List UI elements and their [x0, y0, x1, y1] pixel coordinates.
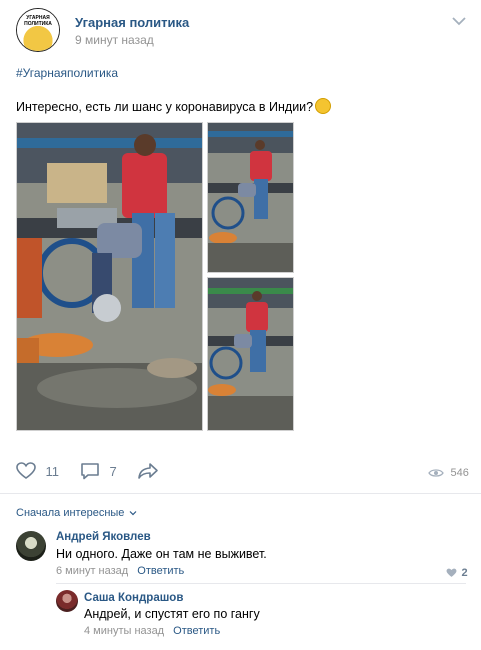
heart-icon — [446, 568, 457, 577]
post-photo-main[interactable] — [16, 122, 203, 431]
like-count: 11 — [45, 463, 59, 479]
avatar-logo-text: УГАРНАЯ ПОЛИТИКА — [24, 15, 52, 27]
reply-button[interactable]: Ответить — [173, 625, 220, 637]
post-time[interactable]: 9 минут назад — [75, 33, 154, 47]
reply-author[interactable]: Саша Кондрашов — [84, 592, 183, 604]
comment-like-count: 2 — [461, 566, 468, 579]
comment-divider — [56, 583, 466, 584]
post-hashtag[interactable]: #Угарнаяполитика — [16, 66, 118, 80]
comment-button[interactable]: 7 — [80, 462, 117, 480]
comment-count: 7 — [109, 463, 117, 479]
reply-button[interactable]: Ответить — [137, 565, 184, 577]
post-author[interactable]: Угарная политика — [75, 15, 189, 30]
comment-text: Ни одного. Даже он там не выживет. — [56, 547, 267, 561]
comment-sort-dropdown[interactable]: Сначала интересные — [16, 507, 137, 519]
group-avatar[interactable]: УГАРНАЯ ПОЛИТИКА — [16, 8, 60, 52]
photo-street-scene-2 — [208, 123, 293, 272]
comment-time[interactable]: 6 минут назад — [56, 565, 128, 577]
thinking-face-icon — [315, 98, 332, 114]
comment-like-button[interactable]: 2 — [446, 564, 468, 582]
reply-avatar[interactable] — [56, 590, 78, 612]
comment-icon — [81, 463, 99, 480]
view-count: 546 — [450, 466, 469, 479]
heart-icon — [16, 462, 36, 479]
post-divider — [0, 493, 481, 494]
reply-text: Андрей, и спустят его по гангу — [84, 607, 260, 621]
reply-time[interactable]: 4 минуты назад — [84, 625, 164, 637]
reply-meta: 4 минуты назад Ответить — [84, 625, 220, 637]
photo-street-scene-3 — [208, 278, 293, 430]
post-text-content: Интересно, есть ли шанс у коронавируса в… — [16, 100, 314, 114]
photo-street-scene — [17, 123, 202, 430]
post-text: Интересно, есть ли шанс у коронавируса в… — [16, 98, 332, 114]
comment-meta: 6 минут назад Ответить — [56, 565, 184, 577]
share-icon — [138, 463, 158, 479]
chevron-down-icon[interactable] — [452, 16, 466, 26]
comment-avatar[interactable] — [16, 531, 46, 561]
comment-author[interactable]: Андрей Яковлев — [56, 531, 151, 543]
sort-label: Сначала интересные — [16, 507, 125, 519]
share-button[interactable] — [137, 462, 159, 480]
post-photo-bottom-right[interactable] — [207, 277, 294, 431]
views-counter: 546 — [428, 464, 469, 482]
like-button[interactable]: 11 — [16, 462, 59, 480]
post-photo-top-right[interactable] — [207, 122, 294, 273]
chevron-down-icon — [130, 511, 137, 516]
eye-icon — [428, 469, 444, 477]
